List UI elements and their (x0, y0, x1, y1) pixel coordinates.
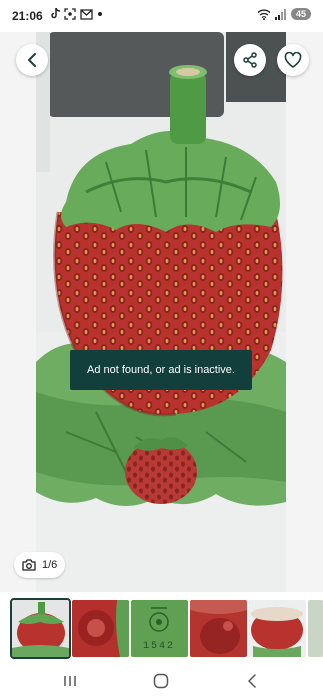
status-time: 21:06 (12, 9, 43, 23)
recents-icon (64, 676, 76, 686)
maker-mark-number: 1542 (143, 641, 175, 652)
home-button[interactable] (151, 672, 171, 690)
thumbnail-3[interactable]: 1542 (131, 600, 188, 657)
share-icon (243, 52, 257, 68)
listing-photo[interactable] (36, 32, 286, 592)
photo-counter-text: 1/6 (42, 559, 58, 571)
photo-gallery[interactable]: Ad not found, or ad is inactive. (0, 32, 323, 592)
chevron-left-icon (28, 53, 36, 67)
toast-message: Ad not found, or ad is inactive. (87, 364, 235, 376)
thumbnail-strawberry-pot-image (12, 600, 69, 657)
battery-icon: 45 (290, 8, 311, 20)
screenshot-icon (64, 8, 76, 20)
back-button[interactable] (16, 44, 48, 76)
dot-icon (98, 12, 102, 16)
recents-button[interactable] (60, 672, 80, 690)
thumbnail-base-image (190, 600, 247, 657)
strawberry-pot-image (36, 32, 286, 592)
thumbnail-strip[interactable]: 1542 (0, 598, 323, 660)
photo-counter: 1/6 (14, 552, 66, 578)
system-icons: 45 (257, 8, 311, 20)
thumbnail-partial-image (308, 600, 323, 657)
favorite-button[interactable] (277, 44, 309, 76)
system-back-button[interactable] (242, 672, 262, 690)
heart-icon (284, 52, 302, 68)
thumbnail-6-partial[interactable] (308, 600, 323, 657)
notification-icons (50, 8, 103, 20)
thumbnail-5[interactable] (249, 600, 306, 657)
gmail-icon (80, 8, 93, 20)
thumbnail-maker-mark-image: 1542 (131, 600, 188, 657)
camera-icon (22, 559, 36, 571)
signal-icon (274, 8, 286, 20)
system-nav-bar (0, 662, 323, 699)
thumbnail-lid-image (72, 600, 129, 657)
tiktok-icon (51, 8, 60, 19)
share-button[interactable] (234, 44, 266, 76)
back-icon (248, 674, 256, 688)
thumbnail-4[interactable] (190, 600, 247, 657)
thumbnail-1[interactable] (10, 598, 71, 659)
ad-inactive-toast: Ad not found, or ad is inactive. (70, 350, 252, 390)
status-bar: 21:06 45 (0, 0, 323, 32)
home-icon (153, 673, 169, 689)
wifi-icon (257, 9, 271, 20)
thumbnail-bowl-image (249, 600, 306, 657)
thumbnail-2[interactable] (72, 600, 129, 657)
